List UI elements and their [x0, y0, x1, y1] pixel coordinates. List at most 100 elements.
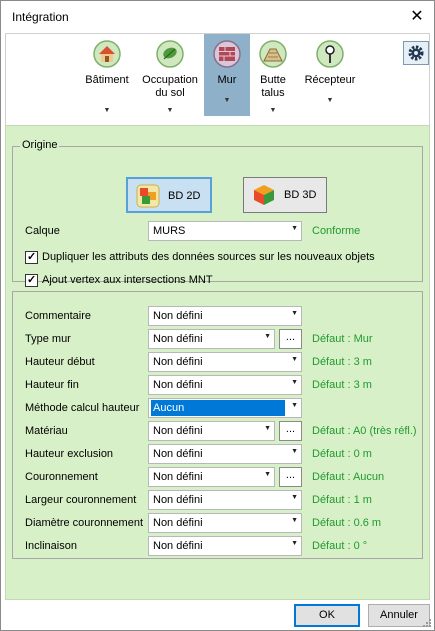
type-mur-default: Défaut : Mur [312, 333, 373, 345]
hauteur-exclusion-label: Hauteur exclusion [25, 448, 114, 460]
materiau-value: Non défini [153, 425, 203, 437]
materiau-default: Défaut : A0 (très réfl.) [312, 425, 417, 437]
bd2d-button[interactable]: BD 2D [126, 177, 212, 213]
materiau-select[interactable]: Non défini ▼ [148, 421, 275, 441]
chevron-down-icon: ▼ [103, 107, 111, 114]
inclinaison-value: Non défini [153, 540, 203, 552]
chevron-down-icon: ▼ [264, 471, 271, 478]
title-bar: Intégration ✕ [1, 1, 434, 33]
largeur-couronnement-label: Largeur couronnement [25, 494, 137, 506]
ok-button[interactable]: OK [294, 604, 360, 627]
leaf-icon [156, 40, 184, 68]
chevron-down-icon: ▼ [291, 402, 298, 409]
tab-recepteur-label: Récepteur [304, 74, 356, 86]
type-mur-browse-button[interactable]: ... [279, 329, 302, 349]
origine-group: Origine BD 2D BD 3D Calque MURS ▼ Confor… [12, 139, 423, 287]
tab-recepteur[interactable]: Récepteur ▼ [299, 34, 361, 116]
add-vertex-label: Ajout vertex aux intersections MNT [42, 274, 213, 286]
calque-select[interactable]: MURS ▼ [148, 221, 302, 241]
hauteur-debut-value: Non défini [153, 356, 203, 368]
gear-icon [408, 45, 424, 61]
commentaire-select[interactable]: Non défini ▼ [148, 306, 302, 326]
type-mur-select[interactable]: Non défini ▼ [148, 329, 275, 349]
tab-mur[interactable]: Mur ▼ [204, 34, 250, 116]
duplicate-attributes-label: Dupliquer les attributs des données sour… [42, 251, 375, 263]
inclinaison-default: Défaut : 0 ° [312, 540, 368, 552]
type-mur-value: Non défini [153, 333, 203, 345]
tab-mur-label: Mur [217, 74, 237, 86]
bd3d-icon [254, 185, 274, 205]
main-panel: Origine BD 2D BD 3D Calque MURS ▼ Confor… [5, 125, 430, 600]
diametre-couronnement-label: Diamètre couronnement [25, 517, 144, 529]
type-mur-label: Type mur [25, 333, 71, 345]
couronnement-select[interactable]: Non défini ▼ [148, 467, 275, 487]
largeur-couronnement-select[interactable]: Non défini ▼ [148, 490, 302, 510]
methode-calcul-hauteur-label: Méthode calcul hauteur [25, 402, 140, 414]
chevron-down-icon: ▼ [291, 379, 298, 386]
hauteur-exclusion-default: Défaut : 0 m [312, 448, 372, 460]
chevron-down-icon: ▼ [291, 540, 298, 547]
hauteur-debut-default: Défaut : 3 m [312, 356, 372, 368]
bd3d-label: BD 3D [284, 189, 317, 201]
chevron-down-icon: ▼ [166, 107, 174, 114]
largeur-couronnement-value: Non défini [153, 494, 203, 506]
bd2d-icon [136, 184, 160, 208]
origine-legend: Origine [20, 139, 60, 151]
hauteur-exclusion-value: Non défini [153, 448, 203, 460]
duplicate-attributes-checkbox[interactable]: ✓ [25, 251, 38, 264]
toolbar: Bâtiment ▼ Occupation du sol ▼ Mur ▼ But… [5, 33, 430, 125]
chevron-down-icon: ▼ [291, 310, 298, 317]
diametre-couronnement-select[interactable]: Non défini ▼ [148, 513, 302, 533]
wall-icon [213, 40, 241, 68]
tab-butte-label2: talus [261, 87, 285, 99]
chevron-down-icon: ▼ [291, 517, 298, 524]
chevron-down-icon: ▼ [291, 356, 298, 363]
resize-grip-icon[interactable] [422, 618, 432, 628]
cancel-button[interactable]: Annuler [368, 604, 430, 627]
settings-button[interactable] [403, 41, 429, 65]
hauteur-debut-label: Hauteur début [25, 356, 95, 368]
chevron-down-icon: ▼ [291, 448, 298, 455]
hauteur-fin-select[interactable]: Non défini ▼ [148, 375, 302, 395]
couronnement-browse-button[interactable]: ... [279, 467, 302, 487]
calque-value: MURS [153, 225, 186, 237]
tab-butte-talus[interactable]: Butte talus ▼ [252, 34, 294, 116]
materiau-browse-button[interactable]: ... [279, 421, 302, 441]
embankment-icon [259, 40, 287, 68]
materiau-label: Matériau [25, 425, 68, 437]
attributes-group: Commentaire Non défini ▼ Type mur Non défini… [12, 291, 423, 559]
chevron-down-icon: ▼ [291, 225, 298, 232]
tab-batiment[interactable]: Bâtiment ▼ [80, 34, 134, 116]
hauteur-exclusion-select[interactable]: Non défini ▼ [148, 444, 302, 464]
building-icon [93, 40, 121, 68]
couronnement-default: Défaut : Aucun [312, 471, 385, 483]
commentaire-value: Non défini [153, 310, 203, 322]
tab-batiment-label: Bâtiment [85, 74, 129, 86]
calque-label: Calque [25, 225, 60, 237]
chevron-down-icon: ▼ [269, 107, 277, 114]
methode-calcul-hauteur-select[interactable]: Aucun ▼ [148, 398, 302, 418]
add-vertex-checkbox[interactable]: ✓ [25, 274, 38, 287]
tab-butte-label1: Butte [260, 74, 286, 86]
diametre-couronnement-default: Défaut : 0.6 m [312, 517, 382, 529]
window-title: Intégration [12, 10, 69, 24]
hauteur-debut-select[interactable]: Non défini ▼ [148, 352, 302, 372]
chevron-down-icon: ▼ [326, 97, 334, 104]
integration-dialog: Intégration ✕ Bâtiment ▼ Occupation du s… [0, 0, 435, 631]
tab-occupation-sol[interactable]: Occupation du sol ▼ [137, 34, 203, 116]
close-icon[interactable]: ✕ [400, 1, 434, 33]
inclinaison-label: Inclinaison [25, 540, 77, 552]
commentaire-label: Commentaire [25, 310, 92, 322]
bd3d-button[interactable]: BD 3D [243, 177, 327, 213]
checkmark-icon: ✓ [27, 251, 37, 263]
couronnement-label: Couronnement [25, 471, 98, 483]
methode-calcul-hauteur-value: Aucun [151, 400, 285, 416]
chevron-down-icon: ▼ [223, 97, 231, 104]
inclinaison-select[interactable]: Non défini ▼ [148, 536, 302, 556]
tab-occupation-label2: du sol [155, 87, 185, 99]
calque-status: Conforme [312, 225, 361, 237]
couronnement-value: Non défini [153, 471, 203, 483]
tab-occupation-label1: Occupation [142, 74, 198, 86]
chevron-down-icon: ▼ [291, 494, 298, 501]
chevron-down-icon: ▼ [264, 425, 271, 432]
